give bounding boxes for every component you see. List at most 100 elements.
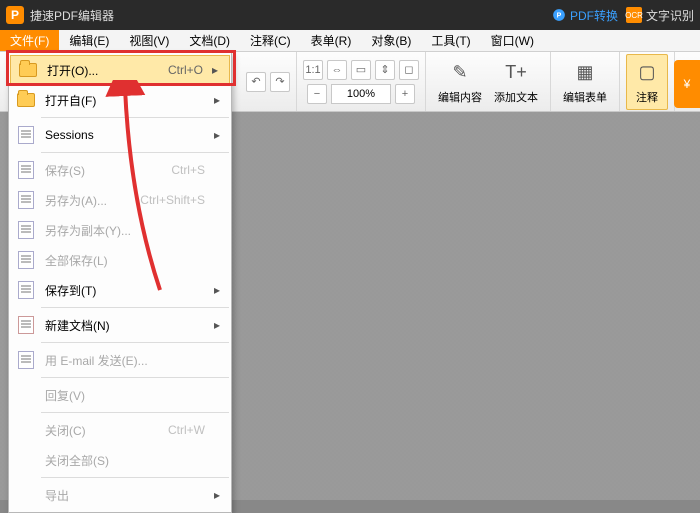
menu-item-label: 用 E-mail 发送(E)... [39,352,205,369]
annotate-button[interactable]: ▢ 注释 [626,54,668,110]
menu-item-0[interactable]: 打开(O)... Ctrl+O ▸ [10,55,230,85]
menu-0[interactable]: 文件(F) [0,30,59,51]
menu-item-label: 回复(V) [39,387,205,404]
doc-icon [13,126,39,144]
ocr-label: 文字识别 [646,7,694,24]
annotate-label: 注释 [636,89,658,105]
menu-3[interactable]: 文档(D) [179,30,240,51]
svg-text:P: P [557,12,562,19]
menu-item-18: 关闭全部(S) [9,445,231,475]
pdf-convert-label: PDF转换 [570,7,618,24]
menu-separator [41,307,229,308]
menu-separator [41,377,229,378]
menu-5[interactable]: 表单(R) [301,30,362,51]
menu-separator [41,152,229,153]
menu-separator [41,412,229,413]
edit-content-icon: ✎ [446,59,474,87]
menu-separator [41,342,229,343]
menu-item-label: 关闭全部(S) [39,452,205,469]
menu-item-shortcut: Ctrl+W [168,423,205,437]
titlebar: P 捷速PDF编辑器 P PDF转换 OCR 文字识别 [0,0,700,30]
pdf-convert-icon: P [552,8,566,22]
zoom-out-icon[interactable]: − [307,84,327,104]
menu-separator [41,117,229,118]
menu-item-label: 新建文档(N) [39,317,205,334]
menu-item-20: 导出▸ [9,480,231,510]
menu-item-11[interactable]: 新建文档(N)▸ [9,310,231,340]
zoom-input[interactable] [331,84,391,104]
vip-badge[interactable]: ¥ [674,60,700,108]
app-logo: P [6,6,24,24]
fit-visible-icon[interactable]: ◻ [399,60,419,80]
undo-icon[interactable]: ↶ [246,72,266,92]
menu-item-shortcut: Ctrl+S [171,163,205,177]
toolbar-fit-group: 1:1 ⇔ ▭ ⇕ ◻ − + [297,52,426,111]
redo-icon[interactable]: ↷ [270,72,290,92]
menu-item-1[interactable]: 打开自(F) ▸ [9,85,231,115]
submenu-arrow-icon: ▸ [211,128,223,142]
doc-icon [13,221,39,239]
menu-1[interactable]: 编辑(E) [59,30,119,51]
zoom-in-icon[interactable]: + [395,84,415,104]
fit-11-icon[interactable]: 1:1 [303,60,323,80]
edit-form-button[interactable]: ▦ 编辑表单 [557,55,613,109]
menu-item-9[interactable]: 保存到(T)▸ [9,275,231,305]
file-menu-dropdown: 打开(O)... Ctrl+O ▸ 打开自(F) ▸ Sessions ▸ 保存(S) Ctrl… [8,52,232,513]
menu-item-label: 打开自(F) [39,92,205,109]
menu-item-3[interactable]: Sessions ▸ [9,120,231,150]
menu-item-6: 另存为(A)... Ctrl+Shift+S [9,185,231,215]
menu-item-7: 另存为副本(Y)... [9,215,231,245]
menu-4[interactable]: 注释(C) [240,30,301,51]
menu-item-17: 关闭(C) Ctrl+W [9,415,231,445]
fit-height-icon[interactable]: ⇕ [375,60,395,80]
fit-width-icon[interactable]: ⇔ [327,60,347,80]
menu-item-label: 关闭(C) [39,422,160,439]
menu-7[interactable]: 工具(T) [421,30,480,51]
submenu-arrow-icon: ▸ [211,283,223,297]
menu-item-5: 保存(S) Ctrl+S [9,155,231,185]
menu-separator [41,477,229,478]
pdf-icon [13,316,39,334]
menu-item-label: Sessions [39,128,205,142]
menu-8[interactable]: 窗口(W) [481,30,544,51]
menu-2[interactable]: 视图(V) [119,30,179,51]
menu-item-label: 打开(O)... [41,62,160,79]
ocr-icon: OCR [626,7,642,23]
menu-item-shortcut: Ctrl+Shift+S [140,193,205,207]
edit-content-button[interactable]: ✎ 编辑内容 [432,55,488,109]
doc-icon [13,191,39,209]
menu-item-8: 全部保存(L) [9,245,231,275]
menu-item-label: 另存为副本(Y)... [39,222,205,239]
menu-item-label: 另存为(A)... [39,192,132,209]
add-text-button[interactable]: T+ 添加文本 [488,55,544,109]
menu-item-15: 回复(V) [9,380,231,410]
edit-form-icon: ▦ [571,59,599,87]
menu-item-13: 用 E-mail 发送(E)... [9,345,231,375]
menu-item-shortcut: Ctrl+O [168,63,203,77]
doc-icon [13,281,39,299]
folder-icon [15,63,41,77]
folder-icon [13,93,39,107]
menu-item-label: 全部保存(L) [39,252,205,269]
toolbar-annotate-group: ▢ 注释 [620,52,675,111]
submenu-arrow-icon: ▸ [211,93,223,107]
app-title: 捷速PDF编辑器 [30,7,552,24]
fit-page-icon[interactable]: ▭ [351,60,371,80]
doc-icon [13,161,39,179]
ocr-link[interactable]: OCR 文字识别 [626,7,694,24]
annotate-icon: ▢ [633,59,661,87]
doc-icon [13,251,39,269]
toolbar-nav-group: ↶ ↷ [240,52,297,111]
menu-item-label: 导出 [39,487,205,504]
edit-content-label: 编辑内容 [438,89,482,105]
menubar: 文件(F)编辑(E)视图(V)文档(D)注释(C)表单(R)对象(B)工具(T)… [0,30,700,52]
vip-icon: ¥ [684,77,691,91]
toolbar-form-group: ▦ 编辑表单 [551,52,620,111]
menu-item-label: 保存(S) [39,162,163,179]
doc-icon [13,351,39,369]
pdf-convert-link[interactable]: P PDF转换 [552,7,618,24]
add-text-label: 添加文本 [494,89,538,105]
menu-6[interactable]: 对象(B) [361,30,421,51]
edit-form-label: 编辑表单 [563,89,607,105]
submenu-arrow-icon: ▸ [209,63,221,77]
